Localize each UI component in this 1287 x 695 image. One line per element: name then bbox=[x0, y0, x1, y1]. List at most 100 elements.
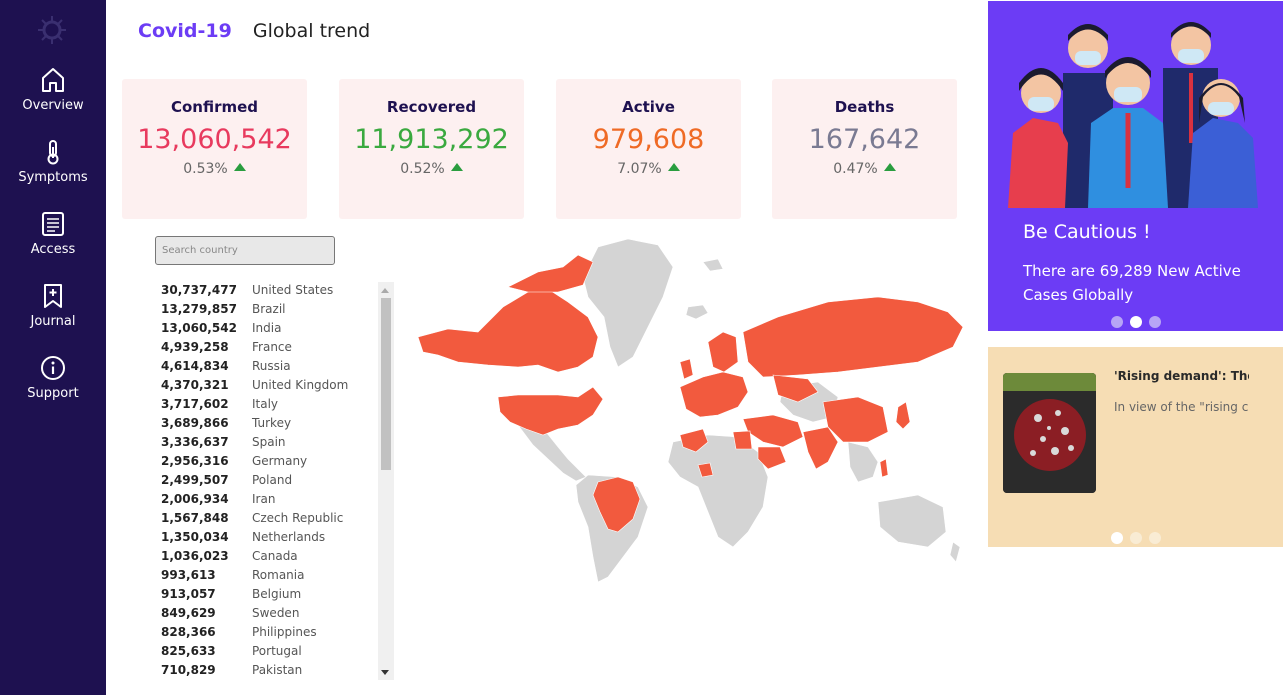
stat-value: 979,608 bbox=[592, 124, 705, 155]
country-cases: 710,829 bbox=[161, 663, 216, 677]
country-list[interactable]: 30,737,477 United States 13,279,857 Brazil 1… bbox=[161, 283, 376, 682]
carousel-dot-active[interactable] bbox=[1130, 316, 1142, 328]
country-row[interactable]: 13,279,857 Brazil bbox=[161, 302, 376, 321]
promo-text: There are 69,289 New Active Cases Global… bbox=[1023, 262, 1241, 304]
virus-logo-icon[interactable] bbox=[36, 14, 68, 46]
country-row[interactable]: 30,737,477 United States bbox=[161, 283, 376, 302]
news-card[interactable]: 'Rising demand': Tho In view of the "ris… bbox=[988, 347, 1283, 547]
map-australia bbox=[877, 494, 947, 548]
map-uk bbox=[679, 358, 694, 380]
country-cases: 849,629 bbox=[161, 606, 216, 620]
trend-up-icon bbox=[883, 163, 896, 171]
country-cases: 913,057 bbox=[161, 587, 216, 601]
nav-item-symptoms[interactable]: Symptoms bbox=[0, 139, 106, 185]
country-cases: 1,036,023 bbox=[161, 549, 229, 563]
thermometer-icon bbox=[47, 140, 59, 165]
map-iceland bbox=[685, 304, 709, 320]
country-name: India bbox=[252, 321, 282, 335]
map-arctic-islands bbox=[507, 254, 594, 293]
country-row[interactable]: 3,689,866 Turkey bbox=[161, 416, 376, 435]
home-icon bbox=[42, 68, 64, 92]
country-name: Sweden bbox=[252, 606, 300, 620]
country-row[interactable]: 4,939,258 France bbox=[161, 340, 376, 359]
country-cases: 4,370,321 bbox=[161, 378, 229, 392]
country-row[interactable]: 993,613 Romania bbox=[161, 568, 376, 587]
country-row[interactable]: 4,614,834 Russia bbox=[161, 359, 376, 378]
country-cases: 3,336,637 bbox=[161, 435, 229, 449]
map-canada-alaska bbox=[418, 288, 599, 373]
country-row[interactable]: 1,350,034 Netherlands bbox=[161, 530, 376, 549]
country-row[interactable]: 3,717,602 Italy bbox=[161, 397, 376, 416]
info-icon bbox=[41, 356, 65, 380]
page-header: Covid-19 Global trend bbox=[138, 20, 370, 46]
country-row[interactable]: 913,057 Belgium bbox=[161, 587, 376, 606]
map-philippines bbox=[879, 458, 889, 478]
country-row[interactable]: 828,366 Philippines bbox=[161, 625, 376, 644]
promo-carousel-dots[interactable] bbox=[1111, 316, 1161, 328]
news-carousel-dots[interactable] bbox=[1111, 532, 1161, 544]
nav-label-symptoms: Symptoms bbox=[18, 170, 88, 185]
stat-value: 11,913,292 bbox=[354, 124, 509, 155]
virus-news-image[interactable] bbox=[1003, 373, 1096, 493]
country-name: Turkey bbox=[252, 416, 292, 430]
carousel-dot[interactable] bbox=[1149, 532, 1161, 544]
country-name: Spain bbox=[252, 435, 286, 449]
map-southeast-asia bbox=[847, 441, 879, 483]
carousel-dot[interactable] bbox=[1130, 532, 1142, 544]
country-cases: 4,614,834 bbox=[161, 359, 229, 373]
country-row[interactable]: 849,629 Sweden bbox=[161, 606, 376, 625]
country-row[interactable]: 1,036,023 Canada bbox=[161, 549, 376, 568]
country-cases: 828,366 bbox=[161, 625, 216, 639]
carousel-dot[interactable] bbox=[1111, 316, 1123, 328]
nav-label-access: Access bbox=[30, 242, 76, 257]
country-cases: 2,956,316 bbox=[161, 454, 229, 468]
brand-title: Covid-19 bbox=[138, 20, 232, 42]
stat-card-recovered: Recovered 11,913,292 0.52% bbox=[339, 79, 524, 219]
carousel-dot[interactable] bbox=[1149, 316, 1161, 328]
page-title: Global trend bbox=[252, 20, 371, 42]
trend-up-icon bbox=[233, 163, 246, 171]
country-row[interactable]: 710,829 Pakistan bbox=[161, 663, 376, 682]
country-row[interactable]: 2,956,316 Germany bbox=[161, 454, 376, 473]
country-name: United Kingdom bbox=[252, 378, 349, 392]
stat-change: 7.07% bbox=[556, 161, 741, 177]
country-cases: 30,737,477 bbox=[161, 283, 237, 297]
nav-item-access[interactable]: Access bbox=[0, 211, 106, 257]
country-cases: 3,689,866 bbox=[161, 416, 229, 430]
map-new-zealand bbox=[949, 541, 961, 563]
country-cases: 4,939,258 bbox=[161, 340, 229, 354]
country-row[interactable]: 3,336,637 Spain bbox=[161, 435, 376, 454]
scroll-thumb[interactable] bbox=[381, 298, 391, 470]
country-list-scrollbar[interactable] bbox=[378, 282, 394, 680]
map-japan bbox=[895, 401, 911, 430]
country-name: United States bbox=[252, 283, 334, 297]
nav-item-overview[interactable]: Overview bbox=[0, 67, 106, 113]
country-row[interactable]: 825,633 Portugal bbox=[161, 644, 376, 663]
country-row[interactable]: 1,567,848 Czech Republic bbox=[161, 511, 376, 530]
stat-change: 0.47% bbox=[772, 161, 957, 177]
news-title[interactable]: 'Rising demand': Tho bbox=[1114, 369, 1249, 383]
country-row[interactable]: 4,370,321 United Kingdom bbox=[161, 378, 376, 397]
scroll-up-icon[interactable] bbox=[381, 288, 389, 293]
scroll-down-icon[interactable] bbox=[381, 670, 389, 675]
stat-title: Recovered bbox=[386, 98, 477, 116]
stat-change: 0.53% bbox=[122, 161, 307, 177]
country-cases: 1,567,848 bbox=[161, 511, 229, 525]
country-row[interactable]: 2,499,507 Poland bbox=[161, 473, 376, 492]
country-row[interactable]: 13,060,542 India bbox=[161, 321, 376, 340]
country-cases: 2,499,507 bbox=[161, 473, 229, 487]
country-row[interactable]: 2,006,934 Iran bbox=[161, 492, 376, 511]
map-africa bbox=[667, 434, 769, 548]
carousel-dot-active[interactable] bbox=[1111, 532, 1123, 544]
country-cases: 825,633 bbox=[161, 644, 216, 658]
sidebar: Overview Symptoms Access Journal Support bbox=[0, 0, 106, 695]
map-mexico-central bbox=[517, 424, 587, 482]
nav-item-support[interactable]: Support bbox=[0, 355, 106, 401]
nav-item-journal[interactable]: Journal bbox=[0, 283, 106, 329]
country-name: Poland bbox=[252, 473, 293, 487]
world-map[interactable] bbox=[418, 237, 968, 587]
map-scandinavia bbox=[707, 331, 739, 373]
stat-card-deaths: Deaths 167,642 0.47% bbox=[772, 79, 957, 219]
map-turkey-iran bbox=[742, 414, 804, 448]
search-country-input[interactable] bbox=[155, 236, 335, 265]
